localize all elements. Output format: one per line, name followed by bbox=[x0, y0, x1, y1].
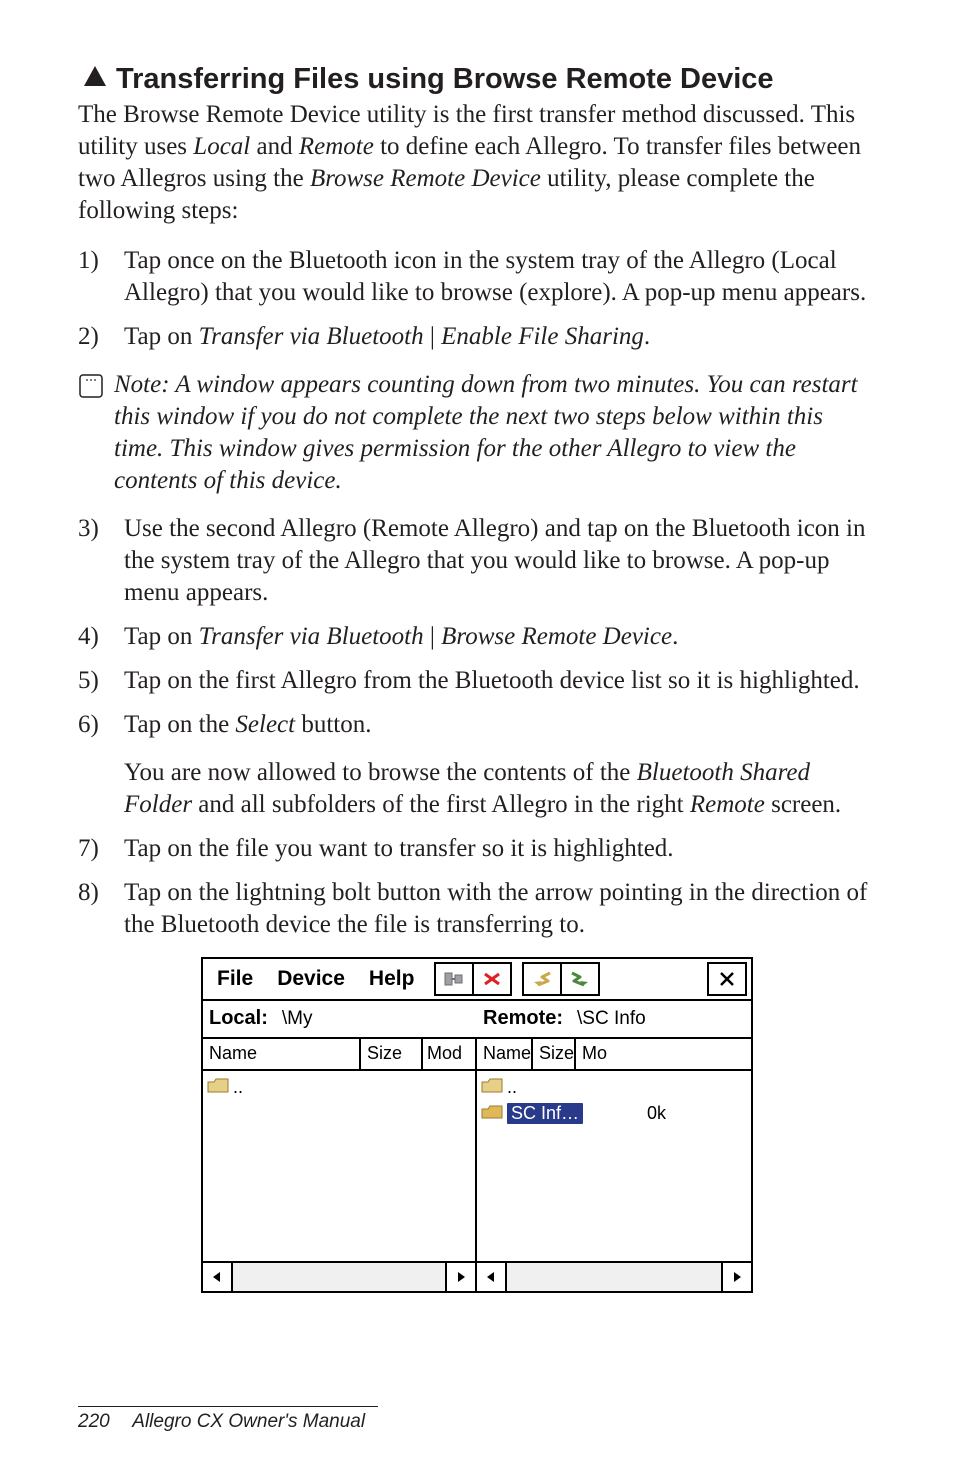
local-scrollbar[interactable] bbox=[203, 1261, 475, 1291]
path-bar: Local: \My Remote: \SC Info bbox=[203, 1001, 751, 1039]
heading-text: Transferring Files using Browse Remote D… bbox=[116, 63, 774, 95]
app-window: File Device Help bbox=[201, 957, 753, 1293]
file-name: SC Inf… bbox=[507, 1103, 583, 1124]
column-size[interactable]: Size bbox=[361, 1039, 423, 1069]
note-icon bbox=[78, 373, 104, 399]
t: . bbox=[672, 623, 678, 650]
list-item[interactable]: SC Inf… 0k bbox=[479, 1101, 749, 1127]
step-6-continuation: You are now allowed to browse the conten… bbox=[124, 757, 876, 821]
step-body: Use the second Allegro (Remote Allegro) … bbox=[124, 513, 876, 609]
folder-up-icon bbox=[207, 1076, 229, 1099]
step-body: Tap on the lightning bolt button with th… bbox=[124, 877, 876, 941]
step-body: Tap on the Select button. bbox=[124, 709, 876, 741]
column-name[interactable]: Name bbox=[203, 1039, 361, 1069]
file-name: .. bbox=[233, 1077, 243, 1098]
step-body: Tap on Transfer via Bluetooth | Browse R… bbox=[124, 621, 876, 653]
footer-title: Allegro CX Owner's Manual bbox=[132, 1411, 365, 1432]
folder-up-icon bbox=[481, 1076, 503, 1099]
page-footer: 220 Allegro CX Owner's Manual bbox=[78, 1406, 378, 1433]
step-marker: 1) bbox=[78, 245, 124, 309]
t: Enable File Sharing bbox=[441, 323, 644, 350]
t: Transfer via Bluetooth bbox=[199, 623, 424, 650]
t: Remote bbox=[690, 791, 765, 818]
remote-scrollbar[interactable] bbox=[477, 1261, 751, 1291]
step-marker: 2) bbox=[78, 321, 124, 353]
t: and all subfolders of the first Allegro … bbox=[192, 791, 690, 818]
t: Tap on bbox=[124, 623, 199, 650]
menu-help[interactable]: Help bbox=[359, 967, 425, 991]
step-marker: 8) bbox=[78, 877, 124, 941]
t: Transfer via Bluetooth bbox=[199, 323, 424, 350]
step-2: 2) Tap on Transfer via Bluetooth | Enabl… bbox=[78, 321, 876, 353]
t: button. bbox=[295, 711, 371, 738]
t: Select bbox=[235, 711, 295, 738]
step-5: 5) Tap on the first Allegro from the Blu… bbox=[78, 665, 876, 697]
menu-file[interactable]: File bbox=[207, 967, 263, 991]
column-name[interactable]: Name bbox=[477, 1039, 533, 1069]
local-list[interactable]: .. bbox=[203, 1071, 475, 1261]
step-marker: 5) bbox=[78, 665, 124, 697]
column-modified[interactable]: Mod bbox=[423, 1039, 475, 1069]
toolbar-send-right-icon[interactable] bbox=[562, 962, 600, 996]
column-modified[interactable]: Mo bbox=[576, 1039, 607, 1069]
column-size[interactable]: Size bbox=[533, 1039, 576, 1069]
intro-paragraph: The Browse Remote Device utility is the … bbox=[78, 99, 876, 227]
menubar: File Device Help bbox=[203, 959, 751, 1001]
t: screen. bbox=[765, 791, 841, 818]
step-1: 1) Tap once on the Bluetooth icon in the… bbox=[78, 245, 876, 309]
t: Tap on bbox=[124, 323, 199, 350]
list-item[interactable]: .. bbox=[205, 1075, 473, 1101]
step-4: 4) Tap on Transfer via Bluetooth | Brows… bbox=[78, 621, 876, 653]
scroll-track[interactable] bbox=[507, 1263, 721, 1291]
close-button[interactable] bbox=[707, 962, 747, 996]
note-text: Note: A window appears counting down fro… bbox=[114, 369, 876, 497]
step-8: 8) Tap on the lightning bolt button with… bbox=[78, 877, 876, 941]
step-body: Tap on the first Allegro from the Blueto… bbox=[124, 665, 876, 697]
section-heading: Transferring Files using Browse Remote D… bbox=[78, 60, 876, 97]
folder-open-icon bbox=[481, 1102, 503, 1125]
step-body: Tap on Transfer via Bluetooth | Enable F… bbox=[124, 321, 876, 353]
local-label: Local: bbox=[209, 1007, 268, 1030]
toolbar-send-left-icon[interactable] bbox=[522, 962, 562, 996]
scroll-left-icon[interactable] bbox=[477, 1263, 507, 1291]
step-marker: 7) bbox=[78, 833, 124, 865]
footer-rule bbox=[78, 1406, 378, 1407]
t: | bbox=[424, 623, 442, 650]
remote-pane: Name Size Mo .. bbox=[477, 1039, 751, 1291]
t: | bbox=[424, 323, 442, 350]
local-pane: Name Size Mod .. bbox=[203, 1039, 477, 1291]
scroll-right-icon[interactable] bbox=[721, 1263, 751, 1291]
file-name: .. bbox=[507, 1077, 517, 1098]
toolbar-disconnect-icon[interactable] bbox=[474, 962, 512, 996]
local-path: \My bbox=[282, 1008, 313, 1030]
toolbar-connect-icon[interactable] bbox=[434, 962, 474, 996]
note: Note: A window appears counting down fro… bbox=[78, 369, 876, 497]
list-item[interactable]: .. bbox=[479, 1075, 749, 1101]
remote-list[interactable]: .. SC Inf… 0k bbox=[477, 1071, 751, 1261]
menu-device[interactable]: Device bbox=[267, 967, 355, 991]
step-3: 3) Use the second Allegro (Remote Allegr… bbox=[78, 513, 876, 609]
step-marker: 4) bbox=[78, 621, 124, 653]
scroll-right-icon[interactable] bbox=[445, 1263, 475, 1291]
t: You are now allowed to browse the conten… bbox=[124, 759, 637, 786]
remote-path: \SC Info bbox=[577, 1008, 646, 1030]
step-marker: 3) bbox=[78, 513, 124, 609]
t: Tap on the bbox=[124, 711, 235, 738]
step-body: Tap once on the Bluetooth icon in the sy… bbox=[124, 245, 876, 309]
file-size: 0k bbox=[643, 1103, 709, 1124]
scroll-left-icon[interactable] bbox=[203, 1263, 233, 1291]
step-body: Tap on the file you want to transfer so … bbox=[124, 833, 876, 865]
scroll-track[interactable] bbox=[233, 1263, 445, 1291]
step-marker: 6) bbox=[78, 709, 124, 741]
step-7: 7) Tap on the file you want to transfer … bbox=[78, 833, 876, 865]
remote-label: Remote: bbox=[483, 1007, 563, 1030]
step-6: 6) Tap on the Select button. bbox=[78, 709, 876, 741]
t: . bbox=[644, 323, 650, 350]
page-number: 220 bbox=[78, 1411, 110, 1432]
t: Browse Remote Device bbox=[441, 623, 672, 650]
triangle-up-icon bbox=[84, 60, 106, 95]
